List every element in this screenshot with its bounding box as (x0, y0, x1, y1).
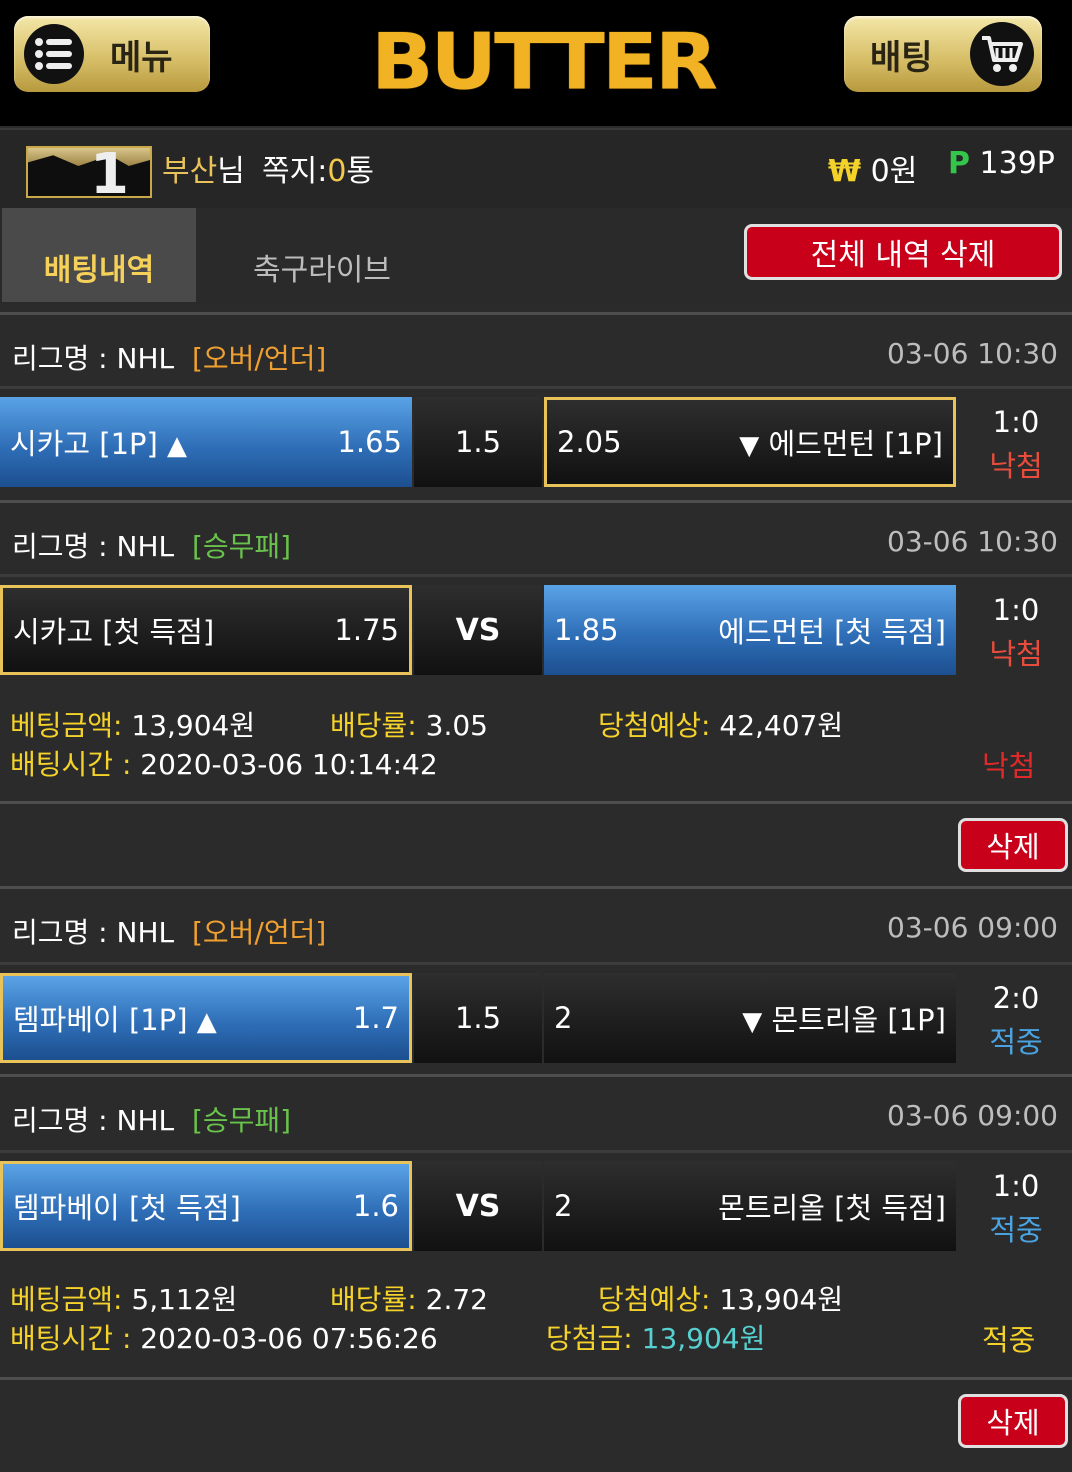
market-tag: [승무패] (191, 1104, 292, 1137)
vs-label: VS (414, 585, 542, 675)
match-result: 2:0 적중 (989, 981, 1043, 1059)
expected-win: 당첨예상: 42,407원 (598, 709, 844, 742)
match-time: 03-06 09:00 (887, 911, 1058, 944)
home-odds: 1.65 (337, 425, 402, 459)
market-tag: [오버/언더] (191, 916, 327, 949)
arrow-down-icon: ▼ (742, 1007, 763, 1037)
delete-button[interactable]: 삭제 (958, 1394, 1068, 1448)
tab-bet-history[interactable]: 배팅내역 (2, 208, 196, 302)
bet-time: 배팅시간 : 2020-03-06 10:14:42 (10, 748, 438, 781)
match-result: 1:0 적중 (989, 1169, 1043, 1247)
league-row: 리그명 : NHL [승무패] 03-06 09:00 (0, 1074, 1072, 1146)
delete-row: 삭제 (0, 1377, 1072, 1461)
market-tag: [승무패] (191, 530, 292, 563)
list-icon (24, 24, 84, 84)
bet-amount: 베팅금액: 5,112원 (10, 1283, 238, 1316)
match-row: 템파베이 [1P] ▲ 1.7 1.5 2 ▼ 몬트리올 [1P] 2:0 적중 (0, 962, 1072, 1063)
odds-rate: 배당률: 2.72 (330, 1283, 488, 1316)
league-row: 리그명 : NHL [승무패] 03-06 10:30 (0, 500, 1072, 572)
home-pick[interactable]: 템파베이 [첫 득점] 1.6 (0, 1161, 412, 1251)
odds-rate: 배당률: 3.05 (330, 709, 488, 742)
away-pick[interactable]: 1.85 에드먼턴 [첫 득점] (544, 585, 956, 675)
expected-win: 당첨예상: 13,904원 (598, 1283, 844, 1316)
prize-amount: 당첨금: 13,904원 (546, 1322, 766, 1355)
market-tag: [오버/언더] (191, 342, 327, 375)
money-balance: ₩ 0원 (828, 154, 918, 189)
arrow-down-icon: ▼ (739, 431, 760, 461)
level-badge: 1 (26, 146, 152, 198)
delete-button[interactable]: 삭제 (958, 818, 1068, 872)
away-pick[interactable]: 2 ▼ 몬트리올 [1P] (544, 973, 956, 1063)
bet-summary: 베팅금액: 13,904원 배당률: 3.05 당첨예상: 42,407원 배팅… (0, 680, 1072, 802)
away-odds: 2 (554, 1189, 573, 1223)
away-pick[interactable]: 2.05 ▼ 에드먼턴 [1P] (544, 397, 956, 487)
match-time: 03-06 09:00 (887, 1099, 1058, 1132)
bet-slip-button[interactable]: 배팅 (844, 16, 1042, 92)
home-odds: 1.7 (352, 1001, 399, 1035)
bet-amount: 베팅금액: 13,904원 (10, 709, 256, 742)
away-odds: 2.05 (557, 425, 622, 459)
bet-status: 낙첨 (982, 749, 1036, 783)
delete-row: 삭제 (0, 801, 1072, 885)
memo-link[interactable]: 쪽지:0통 (262, 146, 374, 190)
bet-summary: 베팅금액: 5,112원 배당률: 2.72 당첨예상: 13,904원 배팅시… (0, 1256, 1072, 1378)
menu-button[interactable]: 메뉴 (14, 16, 210, 92)
match-time: 03-06 10:30 (887, 525, 1058, 558)
handicap-value: 1.5 (414, 397, 542, 487)
delete-all-button[interactable]: 전체 내역 삭제 (744, 224, 1062, 280)
point-balance: P 139P (948, 146, 1055, 181)
match-result: 1:0 낙첨 (989, 593, 1043, 671)
bet-label: 배팅 (870, 37, 933, 78)
match-time: 03-06 10:30 (887, 337, 1058, 370)
league-row: 리그명 : NHL [오버/언더] 03-06 10:30 (0, 312, 1072, 384)
menu-label: 메뉴 (110, 37, 173, 78)
memo-count: 0 (327, 154, 347, 189)
top-header: 메뉴 BUTTER 배팅 (0, 0, 1072, 126)
level-number: 1 (90, 146, 129, 198)
match-row: 시카고 [1P] ▲ 1.65 1.5 2.05 ▼ 에드먼턴 [1P] 1:0… (0, 386, 1072, 487)
away-odds: 1.85 (554, 613, 619, 647)
bet-status: 적중 (982, 1323, 1036, 1357)
league-row: 리그명 : NHL [오버/언더] 03-06 09:00 (0, 886, 1072, 958)
home-odds: 1.75 (334, 613, 399, 647)
match-result: 1:0 낙첨 (989, 405, 1043, 483)
username[interactable]: 부산님 (162, 146, 245, 190)
handicap-value: 1.5 (414, 973, 542, 1063)
cart-icon (970, 22, 1034, 86)
point-icon: P (948, 146, 970, 181)
won-icon: ₩ (828, 154, 862, 189)
vs-label: VS (414, 1161, 542, 1251)
butter-logo[interactable]: BUTTER (358, 17, 728, 107)
bet-time: 배팅시간 : 2020-03-06 07:56:26 (10, 1322, 438, 1355)
arrow-up-icon: ▲ (167, 431, 188, 461)
away-odds: 2 (554, 1001, 573, 1035)
match-row: 템파베이 [첫 득점] 1.6 VS 2 몬트리올 [첫 득점] 1:0 적중 (0, 1150, 1072, 1251)
home-pick[interactable]: 시카고 [첫 득점] 1.75 (0, 585, 412, 675)
match-row: 시카고 [첫 득점] 1.75 VS 1.85 에드먼턴 [첫 득점] 1:0 … (0, 574, 1072, 675)
tab-soccer-live[interactable]: 축구라이브 (200, 208, 444, 302)
arrow-up-icon: ▲ (196, 1007, 217, 1037)
home-pick[interactable]: 템파베이 [1P] ▲ 1.7 (0, 973, 412, 1063)
home-odds: 1.6 (352, 1189, 399, 1223)
home-pick[interactable]: 시카고 [1P] ▲ 1.65 (0, 397, 412, 487)
away-pick[interactable]: 2 몬트리올 [첫 득점] (544, 1161, 956, 1251)
